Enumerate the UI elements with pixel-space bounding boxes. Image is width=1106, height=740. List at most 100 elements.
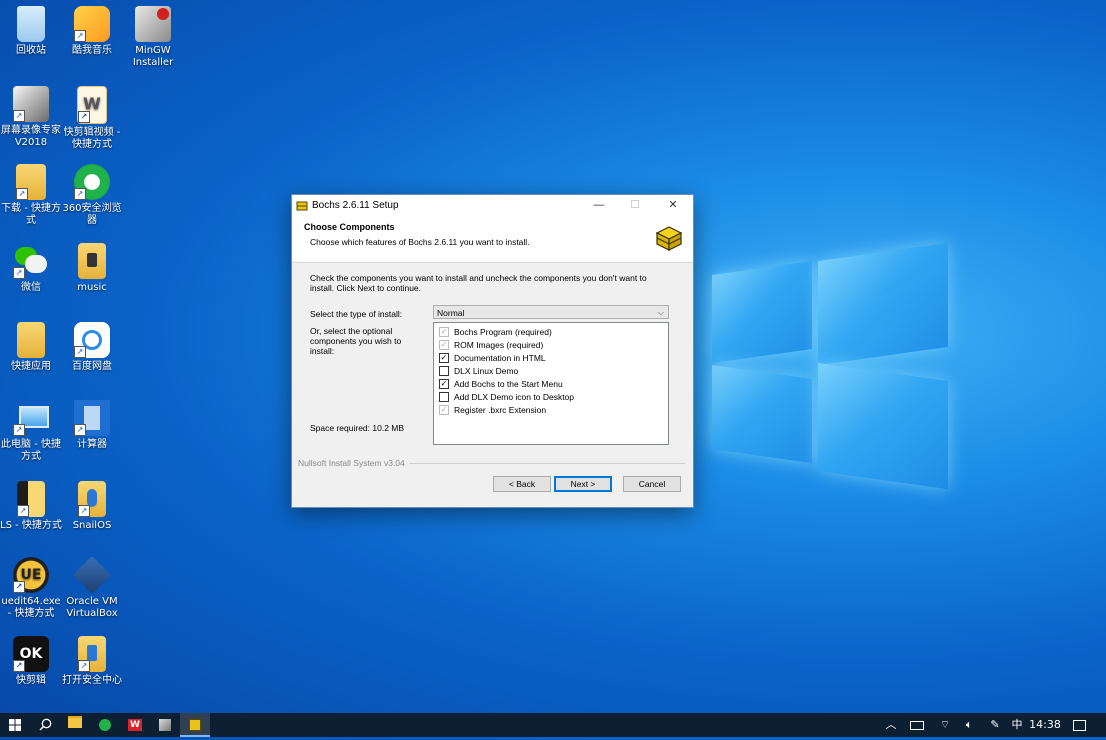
- cancel-button[interactable]: Cancel: [623, 476, 681, 492]
- desktop-icon-kuwo[interactable]: ↗ 酷我音乐: [61, 6, 123, 57]
- shortcut-arrow-icon: ↗: [13, 424, 25, 436]
- recycle-bin-icon: [17, 6, 45, 42]
- baidu-netdisk-icon: ↗: [74, 322, 110, 358]
- space-required: Space required: 10.2 MB: [310, 423, 405, 433]
- component-label: ROM Images (required): [454, 339, 544, 350]
- minimize-button[interactable]: —: [582, 195, 616, 216]
- folder-icon: ↗: [78, 636, 106, 672]
- desktop-icon-ls[interactable]: ↗ LS - 快捷方式: [0, 481, 62, 532]
- desktop-icon-snailos[interactable]: ↗ SnailOS: [61, 481, 123, 532]
- folder-icon: [17, 322, 45, 358]
- desktop-icon-label: SnailOS: [72, 520, 112, 531]
- checkbox[interactable]: ✓: [439, 378, 449, 389]
- desktop-icon-label: 快剪辑: [16, 675, 46, 686]
- desktop-icon-label: LS - 快捷方式: [0, 520, 62, 531]
- desktop-icon-label: 此电脑 - 快捷方式: [1, 439, 61, 462]
- shortcut-arrow-icon: ↗: [13, 110, 25, 122]
- wifi-icon: ⌔: [939, 718, 951, 731]
- ultraedit-icon: UE ↗: [13, 557, 49, 593]
- start-button[interactable]: [0, 713, 30, 737]
- mingw-installer-icon: [135, 6, 171, 42]
- checkbox[interactable]: ✓: [439, 352, 449, 363]
- show-hidden-icons-button[interactable]: ︿: [882, 713, 900, 737]
- taskbar-mingw[interactable]: [150, 713, 180, 737]
- volume-indicator[interactable]: 🔈︎: [958, 713, 980, 737]
- components-list[interactable]: ✓ Bochs Program (required) ✓ ROM Images (r…: [433, 322, 669, 445]
- desktop-icon-screen-recorder[interactable]: ↗ 屏幕录像专家 V2018: [0, 86, 62, 149]
- checkbox[interactable]: ✓: [439, 404, 449, 415]
- mingw-installer-icon: [159, 718, 171, 731]
- folder-icon: [68, 716, 82, 728]
- desktop-icon-wechat[interactable]: ↗ 微信: [0, 243, 62, 294]
- pen-icon: ✎: [990, 718, 1000, 731]
- component-item[interactable]: Add DLX Demo icon to Desktop: [434, 390, 668, 403]
- clock[interactable]: 14:38: [1028, 713, 1062, 737]
- search-button[interactable]: [30, 713, 60, 737]
- component-label: Register .bxrc Extension: [454, 404, 547, 415]
- checkbox[interactable]: ✓: [439, 339, 449, 350]
- screen-recorder-icon: ↗: [13, 86, 49, 122]
- desktop-icon-downloads[interactable]: ↗ 下载 - 快捷方式: [0, 164, 62, 227]
- desktop-icon-label: 360安全浏览器: [62, 203, 122, 226]
- kuaijianji-icon: OK ↗: [13, 636, 49, 672]
- component-item[interactable]: DLX Linux Demo: [434, 364, 668, 377]
- back-button[interactable]: < Back: [493, 476, 551, 492]
- maximize-button[interactable]: ☐: [618, 195, 652, 216]
- desktop-icon-label: 百度网盘: [72, 361, 112, 372]
- desktop-icon-quick-apps[interactable]: 快捷应用: [0, 322, 62, 373]
- desktop-icon-kuaijianji-video[interactable]: W ↗ 快剪辑视频 - 快捷方式: [61, 86, 123, 151]
- component-label: Add DLX Demo icon to Desktop: [454, 391, 575, 402]
- desktop-icon-this-pc[interactable]: ↗ 此电脑 - 快捷方式: [0, 400, 62, 463]
- component-item[interactable]: ✓ Bochs Program (required): [434, 325, 668, 338]
- desktop-icon-360-browser[interactable]: ↗ 360安全浏览器: [61, 164, 123, 227]
- windows-start-icon: [9, 719, 21, 731]
- taskbar: W ︿ ⌔ 🔈︎ ✎ 中 14:38: [0, 713, 1106, 737]
- battery-indicator[interactable]: [906, 713, 928, 737]
- desktop-icon-music[interactable]: music: [61, 243, 123, 294]
- bochs-app-icon: [189, 718, 201, 731]
- instructions-text: Check the components you want to install…: [310, 273, 647, 293]
- dialog-titlebar[interactable]: Bochs 2.6.11 Setup — ☐ ✕: [292, 195, 693, 216]
- checkbox[interactable]: ✓: [439, 326, 449, 337]
- setup-dialog: Bochs 2.6.11 Setup — ☐ ✕ Choose Componen…: [291, 194, 694, 508]
- folder-icon: ↗: [17, 481, 45, 517]
- calculator-icon: ↗: [74, 400, 110, 436]
- install-type-select[interactable]: Normal ⌵: [433, 305, 669, 319]
- desktop-icon-label: 回收站: [16, 45, 46, 56]
- desktop-icon-recycle-bin[interactable]: 回收站: [0, 6, 62, 57]
- ime-indicator[interactable]: 中: [1008, 713, 1026, 737]
- desktop-icon-label: music: [77, 282, 107, 293]
- checkbox[interactable]: [439, 365, 449, 376]
- desktop-icon-security-center[interactable]: ↗ 打开安全中心: [61, 636, 123, 687]
- action-center-button[interactable]: [1066, 713, 1092, 737]
- desktop-icon-mingw[interactable]: MinGW Installer: [122, 6, 184, 69]
- folder-download-icon: ↗: [16, 164, 46, 200]
- speaker-icon: 🔈︎: [965, 718, 973, 731]
- desktop-icon-label: 屏幕录像专家 V2018: [1, 125, 61, 148]
- desktop-icon-virtualbox[interactable]: Oracle VM VirtualBox: [61, 555, 123, 620]
- component-label: DLX Linux Demo: [454, 365, 519, 376]
- desktop-icon-calculator[interactable]: ↗ 计算器: [61, 400, 123, 451]
- bochs-package-icon: [655, 226, 683, 251]
- shortcut-arrow-icon: ↗: [78, 111, 90, 123]
- folder-icon: ↗: [78, 481, 106, 517]
- taskbar-file-explorer[interactable]: [60, 713, 90, 737]
- taskbar-bochs-setup[interactable]: [180, 713, 210, 737]
- desktop-icon-kuaijianji[interactable]: OK ↗ 快剪辑: [0, 636, 62, 687]
- taskbar-wps[interactable]: W: [120, 713, 150, 737]
- next-button[interactable]: Next >: [554, 476, 612, 492]
- pen-workspace-button[interactable]: ✎: [984, 713, 1006, 737]
- taskbar-360-browser[interactable]: [90, 713, 120, 737]
- close-button[interactable]: ✕: [656, 195, 690, 216]
- battery-icon: [910, 720, 924, 730]
- network-indicator[interactable]: ⌔: [934, 713, 956, 737]
- component-item[interactable]: ✓ Register .bxrc Extension: [434, 403, 668, 416]
- component-item[interactable]: ✓ ROM Images (required): [434, 338, 668, 351]
- component-item[interactable]: ✓ Add Bochs to the Start Menu: [434, 377, 668, 390]
- nsis-branding: Nullsoft Install System v3.04: [298, 458, 409, 468]
- component-item[interactable]: ✓ Documentation in HTML: [434, 351, 668, 364]
- checkbox[interactable]: [439, 391, 449, 402]
- shortcut-arrow-icon: ↗: [13, 581, 25, 593]
- desktop-icon-baidu-netdisk[interactable]: ↗ 百度网盘: [61, 322, 123, 373]
- desktop-icon-uedit64[interactable]: UE ↗ uedit64.exe - 快捷方式: [0, 557, 62, 620]
